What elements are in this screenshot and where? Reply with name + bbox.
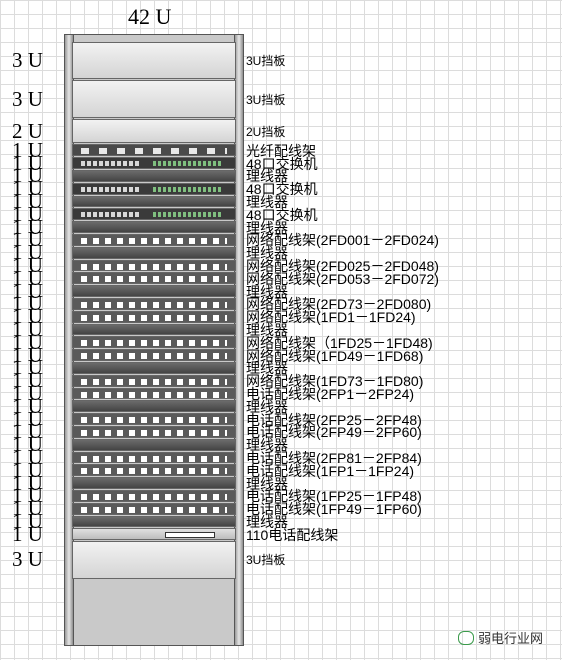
rack-unit-patch [72,464,236,477]
rack-unit-patch [72,349,236,361]
port-row [81,430,227,436]
panel-110-block [165,532,215,539]
rack-unit-blank [72,541,236,579]
rack-title: 42 U [128,4,172,29]
port-row [81,494,227,500]
port-row [81,238,227,244]
switch-ports [81,186,141,192]
device-label: 3U挡板 [246,553,286,568]
rack-unit-switch [72,157,236,169]
device-label: 3U挡板 [246,92,286,107]
rack-unit-patch [72,272,236,285]
rack-unit-blank [72,118,236,144]
rack-unit-mgr [72,515,236,528]
rack-unit-patch [72,336,236,349]
unit-height-label: 3 U [12,547,43,572]
port-row [81,378,227,385]
rack-cabinet [64,34,244,646]
rack-unit-patch [72,502,236,515]
rack-unit-blank [72,42,236,80]
rack-unit-mgr [72,362,236,374]
rack-unit-patch [72,298,236,310]
port-row [81,340,227,347]
switch-ports [81,212,141,218]
rack-unit-mgr [72,170,236,182]
rack-unit-switch [72,208,236,221]
switch-leds [153,212,223,218]
rack-unit-mgr [72,285,236,297]
wechat-icon [458,631,474,645]
port-row [81,353,227,360]
rack-unit-switch [72,182,236,195]
unit-height-label: 3 U [12,48,43,73]
watermark-text: 弱电行业网 [478,631,544,646]
rack-unit-patch [72,490,236,502]
rack-unit-patch [72,310,236,323]
rack-unit-mgr [72,246,236,259]
rack-unit-mgr [72,438,236,451]
rack-unit-p110 [72,528,236,541]
unit-height-label: 3 U [12,86,43,111]
device-label: 2U挡板 [246,124,286,139]
rack-unit-mgr [72,221,236,233]
rack-unit-patch [72,259,236,272]
switch-leds [153,161,223,167]
device-label: 3U挡板 [246,54,286,69]
rack-unit-fiber [72,144,236,157]
port-row [81,263,227,270]
rack-unit-patch [72,387,236,400]
port-row [81,314,227,321]
rack-unit-patch [72,451,236,464]
device-label: 110电话配线架 [246,526,339,543]
port-row [81,506,227,513]
rack-unit-mgr [72,400,236,413]
port-row [81,468,227,475]
rack-unit-mgr [72,477,236,489]
port-row [81,148,227,155]
rack-unit-patch [72,426,236,438]
port-row [81,417,227,424]
rack-unit-patch [72,413,236,425]
switch-leds [153,186,223,192]
watermark: 弱电行业网 [458,628,543,647]
port-row [81,391,227,398]
rack-unit-patch [72,234,236,246]
port-row [81,276,227,283]
rack-unit-mgr [72,323,236,336]
rack-unit-patch [72,374,236,387]
port-row [81,455,227,462]
unit-height-label: 1 U [12,521,43,546]
rack-unit-blank [72,80,236,118]
rack-unit-mgr [72,195,236,208]
switch-ports [81,161,141,167]
port-row [81,302,227,308]
